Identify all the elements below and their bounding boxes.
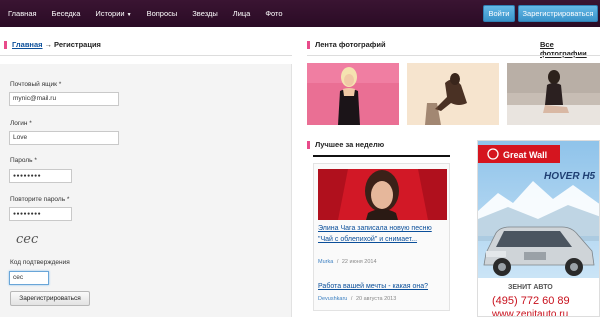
article-author[interactable]: Murka (318, 259, 333, 265)
photo-feed-title: Лента фотографий (315, 40, 386, 49)
photo-thumbnail[interactable] (307, 63, 399, 125)
photo-thumbnail[interactable] (407, 63, 499, 125)
divider (0, 55, 292, 56)
ad-site: www.zenitauto.ru (491, 309, 568, 317)
top-navigation-bar: Главная Беседка Истории ▼ Вопросы Звезды … (0, 0, 600, 27)
login-field[interactable]: Love (9, 131, 119, 145)
article-date: 22 июня 2014 (341, 259, 377, 265)
chevron-down-icon: ▼ (126, 12, 132, 18)
nav-item-faces[interactable]: Лица (233, 9, 251, 18)
nav-item-stories-label: Истории (95, 9, 125, 18)
nav-item-gazebo[interactable]: Беседка (52, 9, 81, 18)
divider (307, 55, 600, 56)
divider (313, 155, 450, 157)
best-articles-list: Элина Чага записала новую песню "Чай с о… (313, 163, 450, 311)
section-marker (307, 40, 310, 49)
meta-separator: / (336, 259, 339, 265)
section-marker (307, 140, 310, 149)
login-button[interactable]: Войти (483, 5, 515, 22)
captcha-text: cec (16, 232, 39, 246)
breadcrumb-arrow: → (44, 40, 53, 49)
article-meta: Devushkaru / 20 августа 2013 (318, 296, 396, 302)
submit-register-button[interactable]: Зарегистрироваться (10, 291, 90, 306)
article-link[interactable]: Элина Чага записала новую песню "Чай с о… (318, 223, 446, 245)
repeat-password-field[interactable]: ●●●●●●●● (9, 207, 72, 221)
email-label: Почтовый ящик * (10, 81, 62, 88)
article-author[interactable]: Devushkaru (318, 296, 347, 302)
breadcrumb-current: Регистрация (54, 40, 101, 49)
article-image[interactable] (318, 169, 447, 220)
nav-item-home[interactable]: Главная (8, 9, 37, 18)
main-nav: Главная Беседка Истории ▼ Вопросы Звезды … (8, 9, 298, 18)
car-advertisement[interactable]: Great Wall HOVER H5 ЗЕНИТ АВТО (495) 772… (477, 140, 600, 317)
ad-phone: (495) 772 60 89 (492, 295, 570, 307)
confirmation-code-field[interactable]: cec (9, 271, 49, 285)
photo-feed-header: Лента фотографий (307, 40, 386, 49)
article-date: 20 августа 2013 (355, 296, 397, 302)
email-field[interactable]: mynic@mail.ru (9, 92, 119, 106)
article-meta: Murka / 22 июня 2014 (318, 259, 377, 265)
captcha-image: cec (15, 230, 41, 247)
password-label: Пароль * (10, 157, 37, 164)
nav-item-questions[interactable]: Вопросы (147, 9, 178, 18)
meta-separator: / (350, 296, 353, 302)
ad-dealer: ЗЕНИТ АВТО (508, 284, 553, 291)
breadcrumb-home-link[interactable]: Главная (12, 40, 43, 49)
ad-model: HOVER H5 (544, 171, 596, 182)
login-label: Логин * (10, 120, 32, 127)
repeat-password-label: Повторите пароль * (10, 196, 70, 203)
ad-brand: Great Wall (503, 150, 547, 160)
section-marker (4, 40, 7, 49)
nav-item-stories[interactable]: Истории ▼ (95, 9, 131, 18)
nav-item-stars[interactable]: Звезды (192, 9, 217, 18)
article-link[interactable]: Работа вашей мечты - какая она? (318, 281, 446, 292)
best-of-week-title: Лучшее за неделю (315, 140, 385, 149)
best-of-week-header: Лучшее за неделю (307, 140, 384, 149)
confirmation-code-label: Код подтверждения (10, 259, 70, 266)
photo-thumbnail[interactable] (507, 63, 600, 125)
register-button[interactable]: Зарегистрироваться (518, 5, 598, 22)
breadcrumb: Главная → Регистрация (4, 40, 101, 49)
password-field[interactable]: ●●●●●●●● (9, 169, 72, 183)
registration-form: Почтовый ящик * mynic@mail.ru Логин * Lo… (0, 64, 292, 317)
nav-item-photo[interactable]: Фото (265, 9, 282, 18)
